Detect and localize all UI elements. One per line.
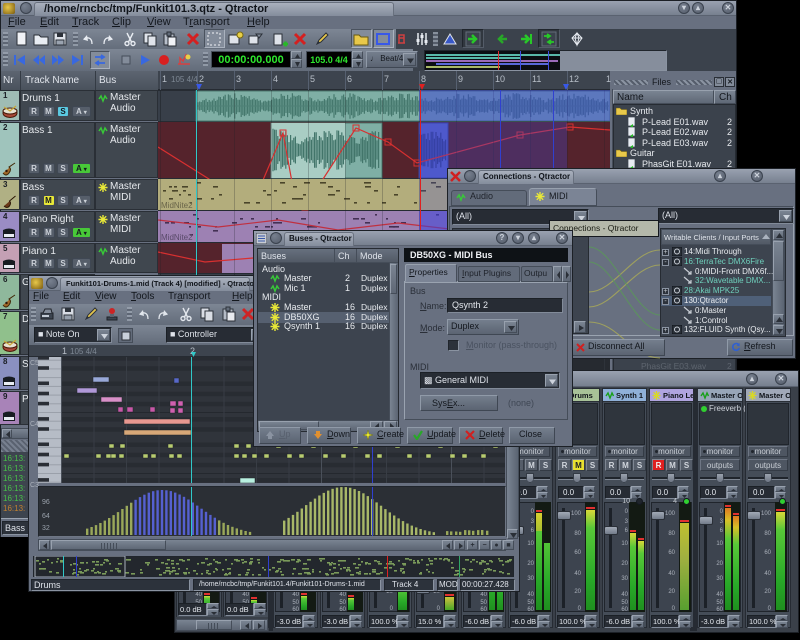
svg-text:MidNite2: MidNite2 [161, 233, 193, 242]
svg-text:MidNite2: MidNite2 [161, 201, 193, 210]
